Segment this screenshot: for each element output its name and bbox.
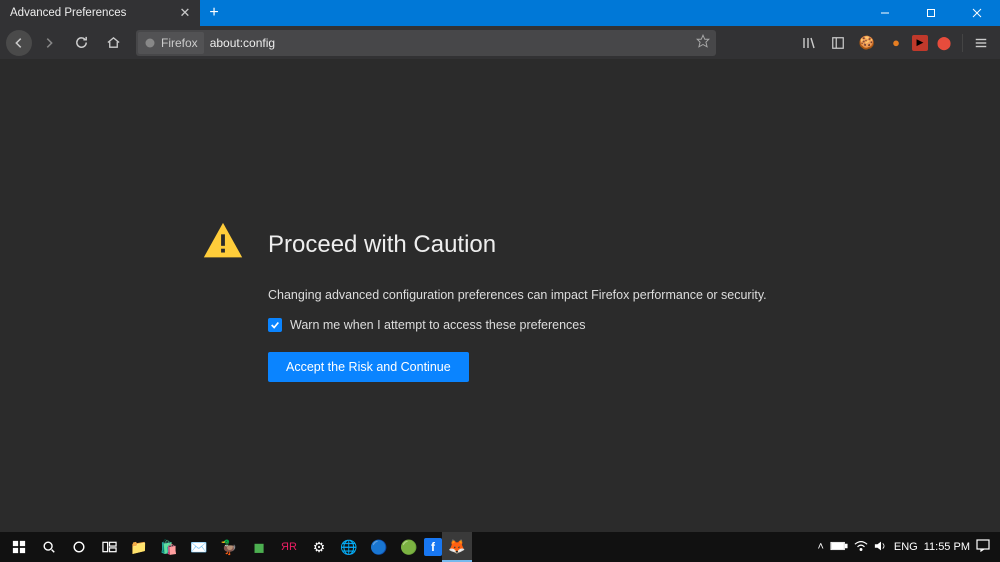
- taskbar-app-chrome[interactable]: 🔵: [364, 532, 394, 562]
- taskbar-app-mail[interactable]: ✉️: [184, 532, 214, 562]
- browser-toolbar: Firefox about:config 🍪 ● ▶ ⬤: [0, 26, 1000, 59]
- url-text: about:config: [210, 36, 275, 50]
- reload-button[interactable]: [66, 29, 96, 57]
- page-content: Proceed with Caution Changing advanced c…: [0, 59, 1000, 532]
- taskbar-app-facebook[interactable]: f: [424, 538, 442, 556]
- taskbar-app-explorer[interactable]: 📁: [124, 532, 154, 562]
- taskbar-app-2[interactable]: ◼: [244, 532, 274, 562]
- identity-label: Firefox: [161, 36, 198, 50]
- taskbar-app-1[interactable]: 🦆: [214, 532, 244, 562]
- toolbar-extensions: 🍪 ● ▶ ⬤: [796, 30, 994, 56]
- bookmark-star-icon[interactable]: [696, 34, 710, 51]
- window-controls: [862, 0, 1000, 26]
- warning-panel: Proceed with Caution Changing advanced c…: [200, 219, 800, 532]
- language-indicator[interactable]: ENG: [894, 541, 918, 553]
- taskbar-app-store[interactable]: 🛍️: [154, 532, 184, 562]
- wifi-icon[interactable]: [854, 540, 868, 555]
- separator: [962, 34, 963, 52]
- accept-risk-button[interactable]: Accept the Risk and Continue: [268, 352, 469, 382]
- start-button[interactable]: [4, 532, 34, 562]
- tab-title: Advanced Preferences: [10, 7, 126, 19]
- volume-icon[interactable]: [874, 540, 888, 555]
- app-menu-button[interactable]: [968, 30, 994, 56]
- taskbar-app-edge2[interactable]: 🟢: [394, 532, 424, 562]
- notifications-icon[interactable]: [976, 539, 990, 555]
- cortana-icon[interactable]: [64, 532, 94, 562]
- windows-taskbar: 📁 🛍️ ✉️ 🦆 ◼ ЯR ⚙ 🌐 🔵 🟢 f 🦊 ˄ ENG 11:55 P…: [0, 532, 1000, 562]
- home-button[interactable]: [98, 29, 128, 57]
- extension-icon-2[interactable]: ●: [883, 30, 909, 56]
- extension-icon-4[interactable]: ⬤: [931, 30, 957, 56]
- taskbar-app-settings[interactable]: ⚙: [304, 532, 334, 562]
- system-tray: ˄ ENG 11:55 PM: [817, 539, 996, 555]
- close-window-button[interactable]: [954, 0, 1000, 26]
- window-titlebar: Advanced Preferences ✕ +: [0, 0, 1000, 26]
- browser-tab-active[interactable]: Advanced Preferences ✕: [0, 0, 200, 26]
- clock[interactable]: 11:55 PM: [924, 541, 970, 553]
- taskbar-app-edge[interactable]: 🌐: [334, 532, 364, 562]
- warn-checkbox-row[interactable]: Warn me when I attempt to access these p…: [268, 318, 800, 332]
- extension-icon-3[interactable]: ▶: [912, 35, 928, 51]
- sidebar-icon[interactable]: [825, 30, 851, 56]
- forward-button[interactable]: [34, 29, 64, 57]
- close-tab-icon[interactable]: ✕: [178, 6, 192, 20]
- battery-icon[interactable]: [830, 541, 848, 554]
- taskbar-app-firefox-active[interactable]: 🦊: [442, 532, 472, 562]
- checkbox-label: Warn me when I attempt to access these p…: [290, 318, 586, 332]
- firefox-logo-icon: [144, 37, 156, 49]
- warning-triangle-icon: [200, 219, 246, 270]
- library-icon[interactable]: [796, 30, 822, 56]
- minimize-button[interactable]: [862, 0, 908, 26]
- taskbar-app-3[interactable]: ЯR: [274, 532, 304, 562]
- new-tab-button[interactable]: +: [200, 0, 228, 26]
- site-identity[interactable]: Firefox: [138, 32, 204, 54]
- maximize-button[interactable]: [908, 0, 954, 26]
- task-view-icon[interactable]: [94, 532, 124, 562]
- warning-title: Proceed with Caution: [268, 231, 496, 259]
- checkbox-checked-icon[interactable]: [268, 318, 282, 332]
- search-icon[interactable]: [34, 532, 64, 562]
- extension-icon-1[interactable]: 🍪: [854, 30, 880, 56]
- tray-chevron-icon[interactable]: ˄: [817, 541, 823, 553]
- url-bar[interactable]: Firefox about:config: [136, 30, 716, 56]
- warning-description: Changing advanced configuration preferen…: [268, 288, 800, 302]
- back-button[interactable]: [6, 30, 32, 56]
